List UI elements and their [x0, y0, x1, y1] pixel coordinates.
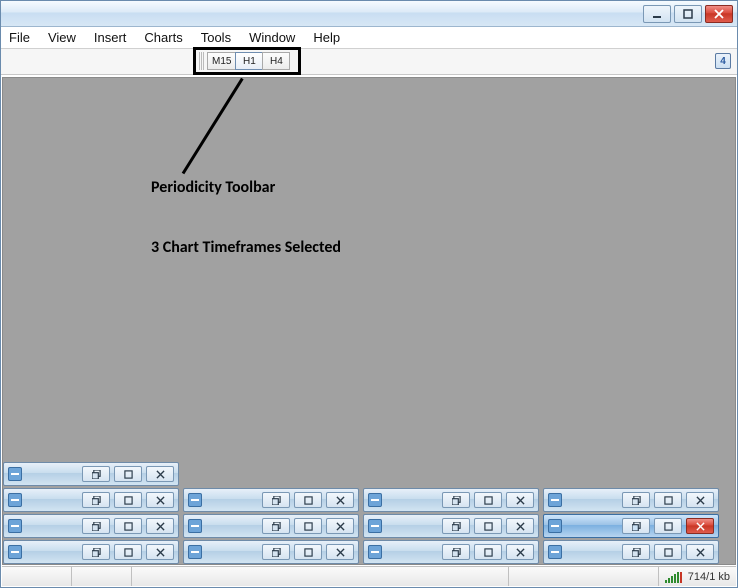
- child-close-button[interactable]: [146, 544, 174, 560]
- child-maximize-button[interactable]: [114, 492, 142, 508]
- child-maximize-button[interactable]: [654, 492, 682, 508]
- child-restore-button[interactable]: [262, 544, 290, 560]
- minimize-button[interactable]: [643, 5, 671, 23]
- chart-icon: [548, 493, 562, 507]
- statusbar: 714/1 kb: [2, 566, 736, 586]
- statusbar-cell: [509, 567, 659, 586]
- child-close-button[interactable]: [146, 492, 174, 508]
- chart-icon: [8, 545, 22, 559]
- statusbar-cell: [132, 567, 509, 586]
- connection-status: 714/1 kb: [659, 567, 736, 586]
- statusbar-cell: [2, 567, 72, 586]
- annotation-subtitle: 3 Chart Timeframes Selected: [151, 238, 341, 257]
- child-restore-button[interactable]: [442, 544, 470, 560]
- child-restore-button[interactable]: [622, 492, 650, 508]
- menu-charts[interactable]: Charts: [144, 30, 182, 45]
- child-close-button[interactable]: [506, 518, 534, 534]
- child-maximize-button[interactable]: [474, 544, 502, 560]
- periodicity-toolbar: M15 H1 H4: [199, 51, 290, 71]
- minimized-chart-window-active[interactable]: [543, 514, 719, 538]
- notification-badge[interactable]: 4: [715, 53, 731, 69]
- menubar: File View Insert Charts Tools Window Hel…: [1, 27, 737, 49]
- child-close-button[interactable]: [686, 492, 714, 508]
- child-restore-button[interactable]: [622, 518, 650, 534]
- menu-help[interactable]: Help: [313, 30, 340, 45]
- menu-insert[interactable]: Insert: [94, 30, 127, 45]
- minimized-chart-window[interactable]: [183, 488, 359, 512]
- timeframe-m15-button[interactable]: M15: [207, 52, 236, 70]
- annotation-title: Periodicity Toolbar: [151, 178, 275, 197]
- child-close-button[interactable]: [326, 544, 354, 560]
- child-maximize-button[interactable]: [294, 518, 322, 534]
- child-restore-button[interactable]: [442, 492, 470, 508]
- child-restore-button[interactable]: [622, 544, 650, 560]
- menu-file[interactable]: File: [9, 30, 30, 45]
- chart-icon: [8, 493, 22, 507]
- toolbar-row: M15 H1 H4 4: [1, 49, 737, 75]
- timeframe-h1-button[interactable]: H1: [235, 52, 263, 70]
- child-maximize-button[interactable]: [474, 518, 502, 534]
- statusbar-cell: [72, 567, 132, 586]
- minimized-chart-window[interactable]: [183, 540, 359, 564]
- chart-icon: [188, 545, 202, 559]
- chart-icon: [548, 519, 562, 533]
- child-close-button[interactable]: [686, 544, 714, 560]
- close-button[interactable]: [705, 5, 733, 23]
- child-close-button[interactable]: [506, 544, 534, 560]
- child-maximize-button[interactable]: [654, 518, 682, 534]
- minimized-chart-window[interactable]: [363, 514, 539, 538]
- chart-icon: [8, 467, 22, 481]
- minimized-chart-window[interactable]: [543, 488, 719, 512]
- minimized-chart-window[interactable]: [3, 540, 179, 564]
- signal-bars-icon: [665, 571, 682, 583]
- child-restore-button[interactable]: [82, 518, 110, 534]
- menu-window[interactable]: Window: [249, 30, 295, 45]
- timeframe-h4-button[interactable]: H4: [262, 52, 290, 70]
- menu-view[interactable]: View: [48, 30, 76, 45]
- chart-icon: [368, 545, 382, 559]
- minimized-chart-window[interactable]: [3, 514, 179, 538]
- child-close-button[interactable]: [146, 466, 174, 482]
- child-maximize-button[interactable]: [114, 518, 142, 534]
- child-close-button[interactable]: [506, 492, 534, 508]
- application-window: File View Insert Charts Tools Window Hel…: [0, 0, 738, 588]
- titlebar: [1, 1, 737, 27]
- child-restore-button[interactable]: [262, 492, 290, 508]
- child-restore-button[interactable]: [442, 518, 470, 534]
- child-maximize-button[interactable]: [294, 544, 322, 560]
- mdi-workspace: Periodicity Toolbar 3 Chart Timeframes S…: [2, 77, 736, 565]
- chart-icon: [368, 519, 382, 533]
- chart-icon: [368, 493, 382, 507]
- chart-icon: [188, 493, 202, 507]
- chart-icon: [548, 545, 562, 559]
- minimized-chart-window[interactable]: [363, 540, 539, 564]
- child-maximize-button[interactable]: [114, 466, 142, 482]
- child-maximize-button[interactable]: [654, 544, 682, 560]
- menu-tools[interactable]: Tools: [201, 30, 231, 45]
- maximize-button[interactable]: [674, 5, 702, 23]
- child-close-button[interactable]: [146, 518, 174, 534]
- annotation-callout-line: [182, 78, 244, 175]
- child-maximize-button[interactable]: [294, 492, 322, 508]
- minimized-chart-window[interactable]: [363, 488, 539, 512]
- child-restore-button[interactable]: [82, 466, 110, 482]
- child-restore-button[interactable]: [82, 492, 110, 508]
- child-close-button[interactable]: [326, 518, 354, 534]
- minimized-chart-window[interactable]: [543, 540, 719, 564]
- child-restore-button[interactable]: [262, 518, 290, 534]
- toolbar-gripper[interactable]: [199, 52, 205, 70]
- minimized-chart-window[interactable]: [183, 514, 359, 538]
- chart-icon: [188, 519, 202, 533]
- child-restore-button[interactable]: [82, 544, 110, 560]
- child-maximize-button[interactable]: [474, 492, 502, 508]
- chart-icon: [8, 519, 22, 533]
- minimized-chart-window[interactable]: [3, 462, 179, 486]
- minimized-chart-window[interactable]: [3, 488, 179, 512]
- traffic-label: 714/1 kb: [688, 571, 730, 583]
- child-close-button[interactable]: [686, 518, 714, 534]
- child-close-button[interactable]: [326, 492, 354, 508]
- child-maximize-button[interactable]: [114, 544, 142, 560]
